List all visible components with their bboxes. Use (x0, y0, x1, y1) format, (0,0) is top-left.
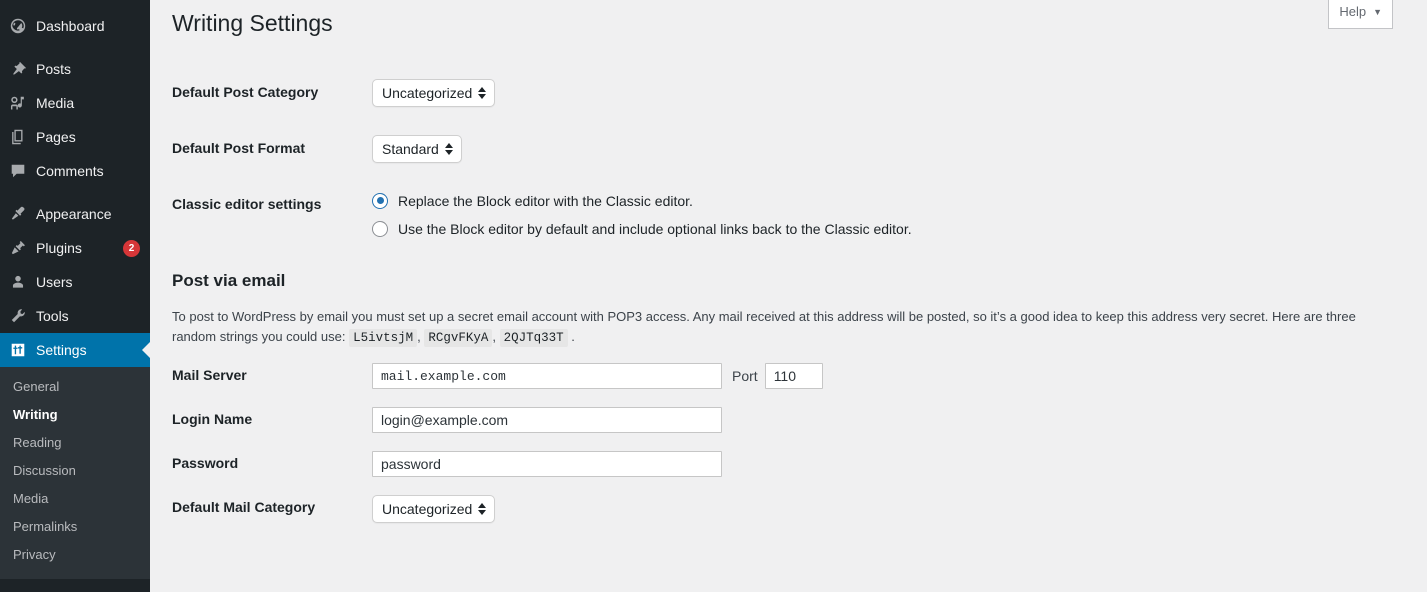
sidebar-item-label: Users (36, 274, 73, 290)
password-input[interactable] (372, 451, 722, 478)
pages-icon (0, 128, 36, 146)
label-default-post-format: Default Post Format (172, 139, 306, 156)
label-mail-server: Mail Server (172, 367, 247, 384)
plug-icon (0, 239, 36, 257)
radio-replace-block-editor[interactable]: Replace the Block editor with the Classi… (372, 191, 1397, 211)
writing-settings-table: Default Post Category Uncategorized Defa… (172, 65, 1407, 253)
sidebar-separator-1 (0, 43, 150, 52)
row-default-mail-category: Default Mail Category Uncategorized (172, 486, 1407, 532)
row-classic-editor-settings: Classic editor settings Replace the Bloc… (172, 177, 1407, 253)
sidebar-item-plugins[interactable]: Plugins 2 (0, 231, 150, 265)
chevron-down-icon: ▼ (1373, 6, 1382, 17)
submenu-item-discussion[interactable]: Discussion (0, 457, 150, 485)
radio-use-block-editor-label: Use the Block editor by default and incl… (398, 220, 912, 237)
submenu-item-permalinks[interactable]: Permalinks (0, 513, 150, 541)
help-tab-wrapper: Help ▼ (1328, 0, 1393, 29)
post-via-email-table: Mail Server Port Login Name (172, 354, 1407, 532)
sidebar-item-comments[interactable]: Comments (0, 154, 150, 188)
sidebar-item-users[interactable]: Users (0, 265, 150, 299)
select-updown-icon (478, 86, 487, 99)
page-title: Writing Settings (172, 10, 333, 36)
label-login-name: Login Name (172, 411, 253, 428)
submenu-item-media[interactable]: Media (0, 485, 150, 513)
sidebar-item-media[interactable]: Media (0, 86, 150, 120)
settings-wrap: Writing Settings Default Post Category U… (150, 0, 1427, 532)
select-updown-icon (478, 503, 487, 516)
random-string-separator: , (492, 328, 496, 344)
brush-icon (0, 205, 36, 223)
label-classic-editor-settings: Classic editor settings (172, 195, 322, 212)
port-label: Port (732, 368, 758, 385)
sidebar-item-label: Posts (36, 61, 72, 77)
sidebar-item-label: Dashboard (36, 18, 105, 34)
settings-sliders-icon (0, 341, 36, 359)
sidebar-item-label: Tools (36, 308, 69, 324)
description-period: . (571, 328, 575, 344)
post-via-email-description: To post to WordPress by email you must s… (172, 307, 1382, 349)
admin-page: Dashboard Posts Media Pages Comments App… (0, 0, 1427, 592)
default-post-format-select[interactable]: Standard (372, 134, 462, 163)
wrench-icon (0, 307, 36, 325)
sidebar-item-tools[interactable]: Tools (0, 299, 150, 333)
sidebar-item-label: Comments (36, 163, 104, 179)
radio-replace-block-editor-label: Replace the Block editor with the Classi… (398, 192, 693, 209)
default-post-category-value: Uncategorized (382, 84, 473, 101)
submenu-item-writing[interactable]: Writing (0, 401, 150, 429)
post-via-email-heading: Post via email (172, 270, 286, 290)
media-icon (0, 94, 36, 112)
sidebar-separator-2 (0, 188, 150, 197)
sidebar-item-settings[interactable]: Settings (0, 333, 150, 367)
radio-indicator[interactable] (372, 220, 388, 237)
select-updown-icon (444, 142, 453, 155)
label-password: Password (172, 455, 239, 472)
default-post-format-value: Standard (382, 140, 439, 157)
submenu-item-general[interactable]: General (0, 373, 150, 401)
sidebar-item-pages[interactable]: Pages (0, 120, 150, 154)
login-name-input[interactable] (372, 407, 722, 434)
sidebar-item-label: Appearance (36, 206, 112, 222)
submenu-item-privacy[interactable]: Privacy (0, 541, 150, 569)
row-password: Password (172, 442, 1407, 486)
sidebar-item-label: Pages (36, 129, 76, 145)
dashboard-icon (0, 17, 36, 35)
help-button[interactable]: Help ▼ (1328, 0, 1393, 29)
row-login-name: Login Name (172, 398, 1407, 442)
settings-submenu: General Writing Reading Discussion Media… (0, 367, 150, 579)
random-string-separator: , (417, 328, 421, 344)
random-string-3: 2QJTq33T (499, 328, 568, 347)
default-mail-category-select[interactable]: Uncategorized (372, 495, 496, 524)
random-string-1: L5ivtsjM (349, 328, 418, 347)
label-default-mail-category: Default Mail Category (172, 499, 316, 516)
label-default-post-category: Default Post Category (172, 83, 319, 100)
row-default-post-format: Default Post Format Standard (172, 121, 1407, 177)
default-mail-category-value: Uncategorized (382, 501, 473, 518)
row-mail-server: Mail Server Port (172, 354, 1407, 398)
main-content: Help ▼ Writing Settings Default Post Cat… (150, 0, 1427, 592)
sidebar-item-dashboard[interactable]: Dashboard (0, 9, 150, 43)
sidebar-item-appearance[interactable]: Appearance (0, 197, 150, 231)
row-default-post-category: Default Post Category Uncategorized (172, 65, 1407, 121)
radio-use-block-editor[interactable]: Use the Block editor by default and incl… (372, 219, 1397, 239)
sidebar-item-label: Settings (36, 342, 87, 358)
pin-icon (0, 60, 36, 78)
submenu-item-reading[interactable]: Reading (0, 429, 150, 457)
random-string-2: RCgvFKyA (424, 328, 493, 347)
sidebar-top-spacer (0, 0, 150, 9)
sidebar-item-label: Media (36, 95, 75, 111)
sidebar-item-label: Plugins (36, 240, 82, 256)
plugins-update-badge: 2 (123, 239, 140, 257)
comment-icon (0, 162, 36, 180)
sidebar-item-posts[interactable]: Posts (0, 52, 150, 86)
mail-server-input[interactable] (372, 363, 722, 390)
port-input[interactable] (764, 363, 823, 390)
help-button-label: Help (1339, 4, 1367, 19)
default-post-category-select[interactable]: Uncategorized (372, 78, 496, 107)
radio-indicator[interactable] (372, 192, 388, 209)
user-icon (0, 273, 36, 291)
admin-sidebar: Dashboard Posts Media Pages Comments App… (0, 0, 150, 592)
